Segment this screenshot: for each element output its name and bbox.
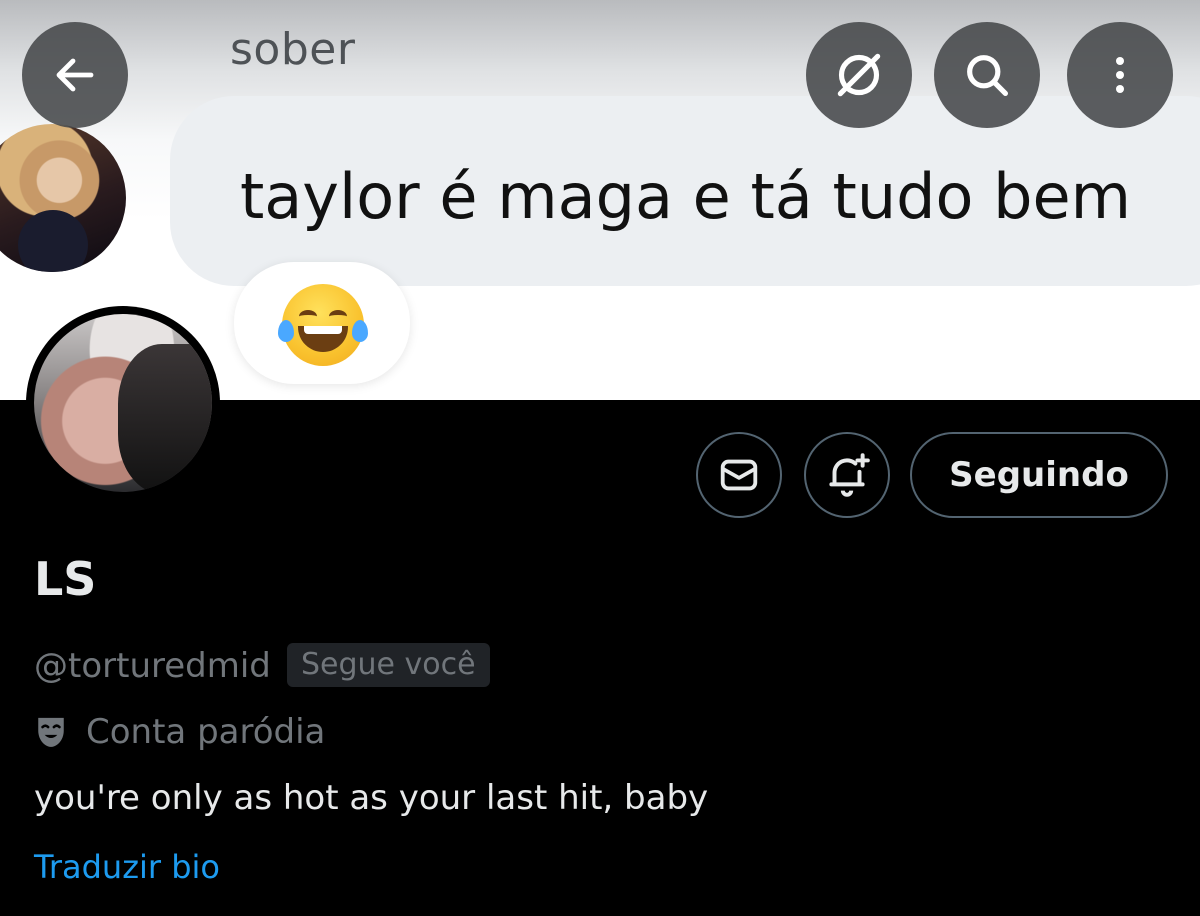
parody-mask-icon [34, 712, 70, 752]
translate-bio-link[interactable]: Traduzir bio [34, 848, 220, 886]
parody-label-text: Conta paródia [86, 712, 326, 752]
arrow-left-icon [56, 58, 94, 92]
banner-sender-avatar [0, 124, 126, 272]
notifications-button[interactable] [804, 432, 890, 518]
search-icon [967, 55, 1009, 97]
message-button[interactable] [696, 432, 782, 518]
following-button[interactable]: Seguindo [910, 432, 1168, 518]
more-options-button[interactable] [1067, 22, 1173, 128]
profile-bio: you're only as hot as your last hit, bab… [34, 778, 709, 818]
envelope-icon [720, 459, 758, 491]
following-button-label: Seguindo [949, 455, 1129, 495]
profile-avatar-photo [34, 314, 212, 492]
grok-button[interactable] [806, 22, 912, 128]
search-button[interactable] [934, 22, 1040, 128]
display-name: LS [34, 552, 97, 606]
grok-icon [837, 53, 881, 97]
back-button[interactable] [22, 22, 128, 128]
bell-plus-icon [829, 453, 870, 497]
banner-message-text: taylor é maga e tá tudo bem [240, 160, 1132, 233]
more-vertical-icon [1116, 57, 1124, 93]
profile-avatar[interactable] [26, 306, 220, 500]
follows-you-badge: Segue você [287, 643, 490, 687]
banner-sender-name: sober [230, 24, 356, 75]
tears-of-joy-emoji [278, 284, 368, 366]
parody-account-label: Conta paródia [34, 712, 325, 752]
user-handle: @torturedmid [34, 646, 271, 686]
